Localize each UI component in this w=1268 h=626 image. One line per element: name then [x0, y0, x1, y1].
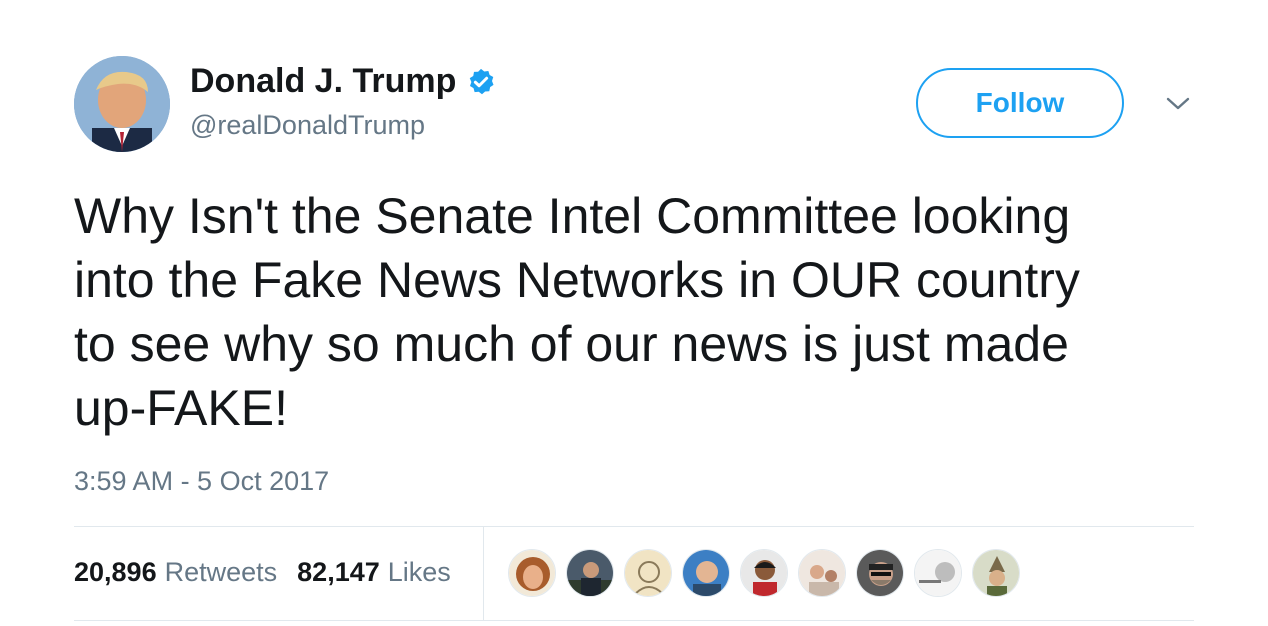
- author-avatar-icon[interactable]: [74, 56, 170, 152]
- chevron-down-icon[interactable]: [1164, 94, 1192, 114]
- tweet-stats: 20,896 Retweets 82,147 Likes: [74, 557, 451, 588]
- tweet-card: Donald J. Trump @realDonaldTrump Follow …: [0, 0, 1268, 626]
- author-name[interactable]: Donald J. Trump: [190, 62, 496, 101]
- author-handle[interactable]: @realDonaldTrump: [190, 110, 425, 141]
- liker-avatar-icon[interactable]: [508, 549, 556, 597]
- follow-button[interactable]: Follow: [916, 68, 1124, 138]
- likes-count: 82,147: [297, 557, 380, 587]
- liker-avatar-icon[interactable]: [914, 549, 962, 597]
- tweet-text: Why Isn't the Senate Intel Committee loo…: [74, 188, 1080, 436]
- retweets-stat[interactable]: 20,896 Retweets: [74, 557, 277, 588]
- liker-avatar-icon[interactable]: [856, 549, 904, 597]
- liker-avatar-icon[interactable]: [566, 549, 614, 597]
- liker-avatar-icon[interactable]: [740, 549, 788, 597]
- retweets-count: 20,896: [74, 557, 157, 587]
- liker-avatar-icon[interactable]: [798, 549, 846, 597]
- likes-label: Likes: [387, 557, 451, 587]
- stats-separator: [483, 527, 484, 620]
- likes-stat[interactable]: 82,147 Likes: [297, 557, 451, 588]
- verified-badge-icon: [466, 67, 496, 97]
- liker-avatar-icon[interactable]: [682, 549, 730, 597]
- retweets-label: Retweets: [164, 557, 278, 587]
- tweet-timestamp[interactable]: 3:59 AM - 5 Oct 2017: [74, 466, 329, 497]
- author-name-text[interactable]: Donald J. Trump: [190, 62, 456, 101]
- divider: [74, 526, 1194, 527]
- liker-avatar-icon[interactable]: [972, 549, 1020, 597]
- liker-avatars: [508, 549, 1030, 599]
- divider: [74, 620, 1194, 621]
- liker-avatar-icon[interactable]: [624, 549, 672, 597]
